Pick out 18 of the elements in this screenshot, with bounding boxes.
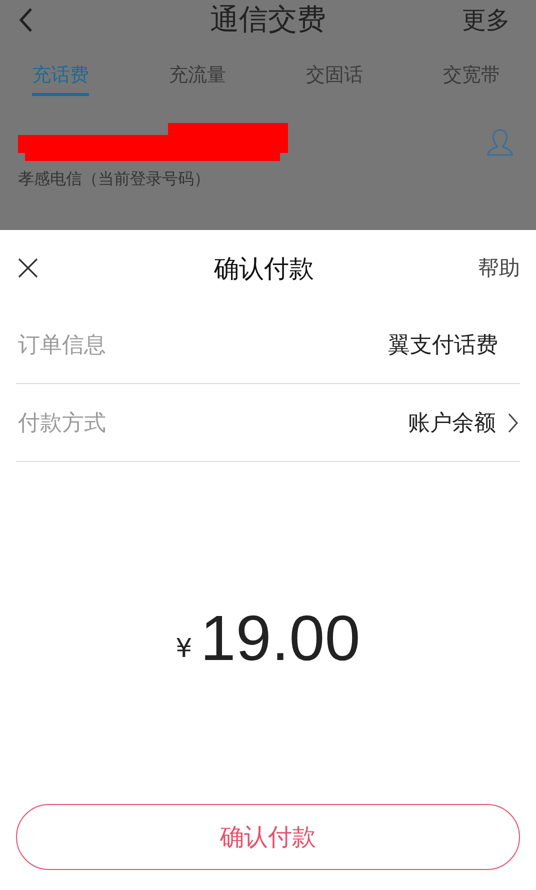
chevron-icon[interactable] [508,412,518,432]
close-icon[interactable] [18,258,38,278]
currency-symbol: ¥ [176,634,192,664]
row-label: 付款方式 [17,410,107,438]
payment-method-value[interactable]: 账户余额 [408,408,496,438]
tab[interactable]: 交宽带 [443,54,500,96]
help-link[interactable]: 帮助 [478,254,520,282]
sheet-title: 确认付款 [213,252,315,284]
tab[interactable]: 充流量 [169,54,226,96]
back-icon[interactable] [18,7,34,33]
more-link[interactable]: 更多 [462,4,510,36]
row-label: 订单信息 [17,332,107,360]
page-title: 通信交费 [209,1,327,38]
amount: 19.00 [200,601,360,675]
row-value: 翼支付话费 [388,332,498,360]
confirm-payment-button[interactable]: 确认付款 [16,804,520,870]
tab[interactable]: 交固话 [306,54,363,96]
account-note: 孝感电信（当前登录号码） [18,169,211,190]
